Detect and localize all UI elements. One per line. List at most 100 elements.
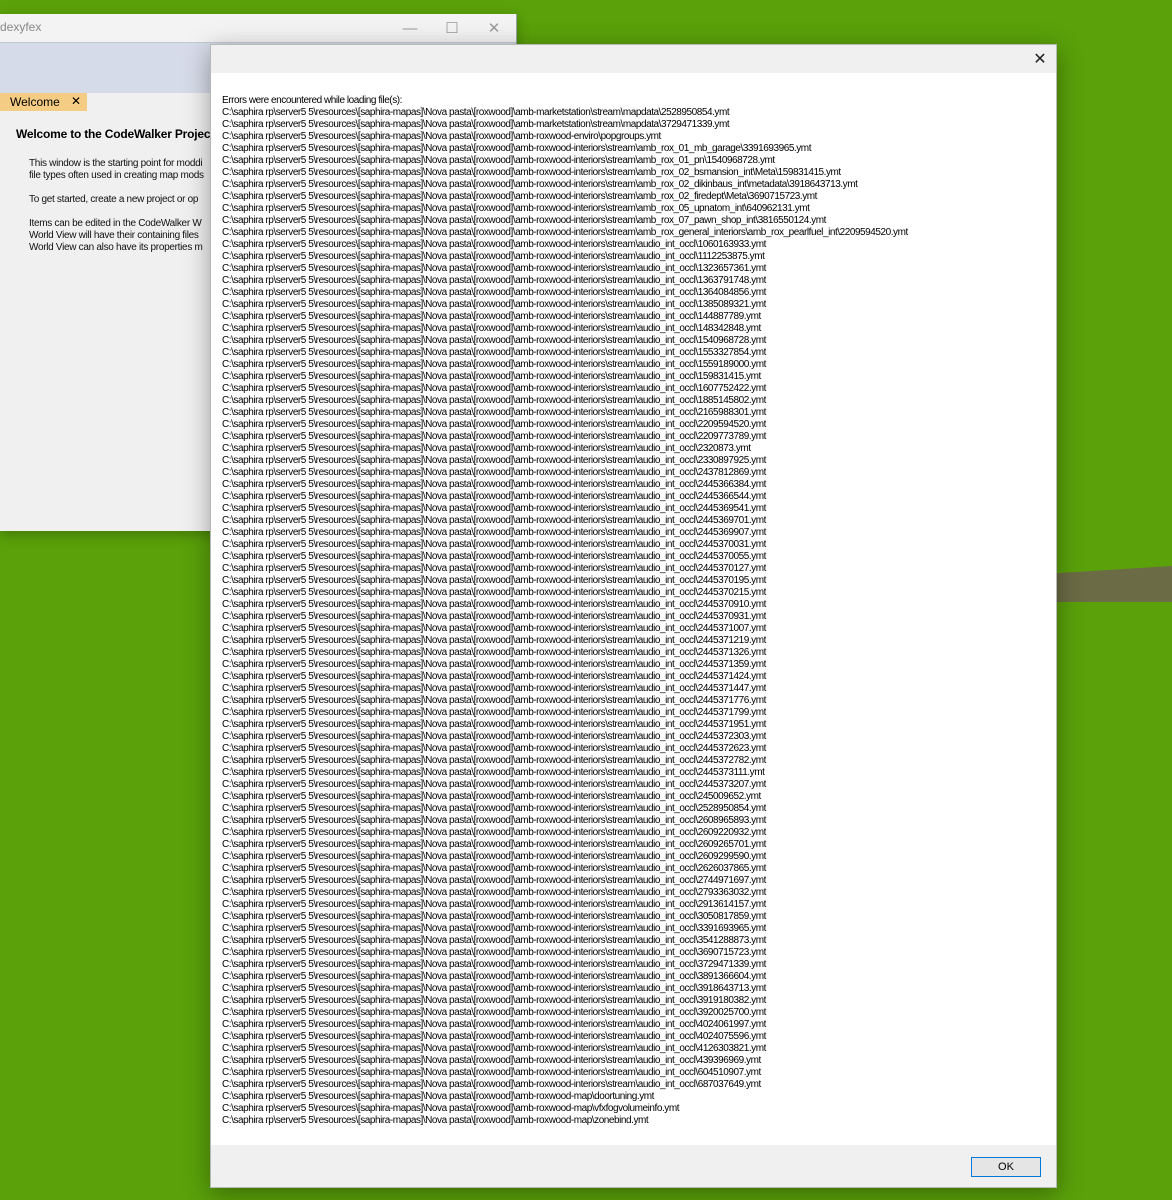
error-file-path: C:\saphira rp\server5 5\resources\[saphi… [222,923,766,934]
error-file-path: C:\saphira rp\server5 5\resources\[saphi… [222,671,766,682]
error-file-path: C:\saphira rp\server5 5\resources\[saphi… [222,107,730,118]
error-file-path: C:\saphira rp\server5 5\resources\[saphi… [222,479,766,490]
error-file-path: C:\saphira rp\server5 5\resources\[saphi… [222,155,775,166]
error-file-path: C:\saphira rp\server5 5\resources\[saphi… [222,503,766,514]
error-file-path: C:\saphira rp\server5 5\resources\[saphi… [222,539,766,550]
error-file-path: C:\saphira rp\server5 5\resources\[saphi… [222,623,766,634]
error-file-path: C:\saphira rp\server5 5\resources\[saphi… [222,719,766,730]
error-file-path: C:\saphira rp\server5 5\resources\[saphi… [222,575,766,586]
error-file-path: C:\saphira rp\server5 5\resources\[saphi… [222,1043,766,1054]
error-file-path: C:\saphira rp\server5 5\resources\[saphi… [222,551,766,562]
welcome-text-line: file types often used in creating map mo… [29,170,204,181]
close-icon[interactable]: ✕ [1026,47,1054,71]
error-file-path: C:\saphira rp\server5 5\resources\[saphi… [222,563,766,574]
project-titlebar: dexyfex — ☐ ✕ [0,14,516,42]
maximize-icon[interactable]: ☐ [431,14,473,42]
welcome-text-line: To get started, create a new project or … [29,194,199,205]
error-file-path: C:\saphira rp\server5 5\resources\[saphi… [222,191,817,202]
error-file-path: C:\saphira rp\server5 5\resources\[saphi… [222,1007,766,1018]
error-file-path: C:\saphira rp\server5 5\resources\[saphi… [222,1031,766,1042]
error-file-path: C:\saphira rp\server5 5\resources\[saphi… [222,1115,649,1126]
error-file-path: C:\saphira rp\server5 5\resources\[saphi… [222,323,761,334]
error-file-path: C:\saphira rp\server5 5\resources\[saphi… [222,227,908,238]
welcome-text-line: This window is the starting point for mo… [29,158,203,169]
error-file-path: C:\saphira rp\server5 5\resources\[saphi… [222,707,766,718]
error-file-path: C:\saphira rp\server5 5\resources\[saphi… [222,263,766,274]
error-file-path: C:\saphira rp\server5 5\resources\[saphi… [222,251,765,262]
error-file-path: C:\saphira rp\server5 5\resources\[saphi… [222,407,766,418]
dialog-message-area: Errors were encountered while loading fi… [211,73,1056,1145]
welcome-text-line: World View will have their containing fi… [29,230,199,241]
error-file-path: C:\saphira rp\server5 5\resources\[saphi… [222,491,766,502]
error-file-path: C:\saphira rp\server5 5\resources\[saphi… [222,347,766,358]
tab-welcome[interactable]: Welcome ✕ [0,93,87,111]
error-file-path: C:\saphira rp\server5 5\resources\[saphi… [222,143,812,154]
error-file-path: C:\saphira rp\server5 5\resources\[saphi… [222,443,751,454]
error-file-path: C:\saphira rp\server5 5\resources\[saphi… [222,599,766,610]
error-file-path: C:\saphira rp\server5 5\resources\[saphi… [222,947,766,958]
error-file-path: C:\saphira rp\server5 5\resources\[saphi… [222,695,766,706]
error-file-path: C:\saphira rp\server5 5\resources\[saphi… [222,755,766,766]
welcome-text-line: World View can also have its properties … [29,242,203,253]
error-file-path: C:\saphira rp\server5 5\resources\[saphi… [222,731,766,742]
error-file-path: C:\saphira rp\server5 5\resources\[saphi… [222,839,766,850]
error-file-path: C:\saphira rp\server5 5\resources\[saphi… [222,515,766,526]
error-file-path: C:\saphira rp\server5 5\resources\[saphi… [222,899,766,910]
error-file-path: C:\saphira rp\server5 5\resources\[saphi… [222,635,766,646]
tab-welcome-label: Welcome [10,95,60,109]
error-file-path: C:\saphira rp\server5 5\resources\[saphi… [222,419,766,430]
error-file-path: C:\saphira rp\server5 5\resources\[saphi… [222,287,766,298]
error-file-path: C:\saphira rp\server5 5\resources\[saphi… [222,239,766,250]
error-file-path: C:\saphira rp\server5 5\resources\[saphi… [222,911,766,922]
error-file-path: C:\saphira rp\server5 5\resources\[saphi… [222,959,766,970]
error-file-path: C:\saphira rp\server5 5\resources\[saphi… [222,275,766,286]
error-file-path: C:\saphira rp\server5 5\resources\[saphi… [222,1019,766,1030]
error-file-path: C:\saphira rp\server5 5\resources\[saphi… [222,167,841,178]
welcome-text-line: Items can be edited in the CodeWalker W [29,218,202,229]
project-window-title: dexyfex [0,20,42,34]
error-file-path: C:\saphira rp\server5 5\resources\[saphi… [222,743,766,754]
error-file-path: C:\saphira rp\server5 5\resources\[saphi… [222,611,766,622]
error-file-path: C:\saphira rp\server5 5\resources\[saphi… [222,1055,761,1066]
error-file-path: C:\saphira rp\server5 5\resources\[saphi… [222,215,826,226]
error-file-path: C:\saphira rp\server5 5\resources\[saphi… [222,779,766,790]
error-file-path: C:\saphira rp\server5 5\resources\[saphi… [222,1067,761,1078]
error-file-path: C:\saphira rp\server5 5\resources\[saphi… [222,803,766,814]
error-file-path: C:\saphira rp\server5 5\resources\[saphi… [222,887,766,898]
error-file-path: C:\saphira rp\server5 5\resources\[saphi… [222,395,766,406]
error-file-path: C:\saphira rp\server5 5\resources\[saphi… [222,767,765,778]
error-heading: Errors were encountered while loading fi… [222,95,402,106]
error-file-path: C:\saphira rp\server5 5\resources\[saphi… [222,311,761,322]
error-file-path: C:\saphira rp\server5 5\resources\[saphi… [222,383,766,394]
error-file-path: C:\saphira rp\server5 5\resources\[saphi… [222,1103,680,1114]
ok-button[interactable]: OK [971,1157,1041,1177]
error-file-path: C:\saphira rp\server5 5\resources\[saphi… [222,455,766,466]
error-file-path: C:\saphira rp\server5 5\resources\[saphi… [222,827,766,838]
error-file-path: C:\saphira rp\server5 5\resources\[saphi… [222,179,858,190]
tab-close-icon[interactable]: ✕ [71,94,81,108]
error-file-path: C:\saphira rp\server5 5\resources\[saphi… [222,851,766,862]
error-file-path: C:\saphira rp\server5 5\resources\[saphi… [222,299,766,310]
error-file-path: C:\saphira rp\server5 5\resources\[saphi… [222,119,730,130]
error-file-path: C:\saphira rp\server5 5\resources\[saphi… [222,659,766,670]
error-file-path: C:\saphira rp\server5 5\resources\[saphi… [222,935,766,946]
error-file-path: C:\saphira rp\server5 5\resources\[saphi… [222,371,761,382]
welcome-title: Welcome to the CodeWalker Project [16,127,215,141]
error-file-path: C:\saphira rp\server5 5\resources\[saphi… [222,203,810,214]
error-file-path: C:\saphira rp\server5 5\resources\[saphi… [222,995,766,1006]
close-icon[interactable]: ✕ [473,14,515,42]
error-file-path: C:\saphira rp\server5 5\resources\[saphi… [222,791,761,802]
error-file-path: C:\saphira rp\server5 5\resources\[saphi… [222,863,766,874]
error-file-path: C:\saphira rp\server5 5\resources\[saphi… [222,1091,654,1102]
error-file-path: C:\saphira rp\server5 5\resources\[saphi… [222,587,766,598]
error-message: Errors were encountered while loading fi… [222,95,908,1127]
error-file-path: C:\saphira rp\server5 5\resources\[saphi… [222,815,766,826]
error-file-path: C:\saphira rp\server5 5\resources\[saphi… [222,683,766,694]
error-file-path: C:\saphira rp\server5 5\resources\[saphi… [222,971,766,982]
background-shape [1055,566,1172,602]
error-file-path: C:\saphira rp\server5 5\resources\[saphi… [222,131,661,142]
error-file-path: C:\saphira rp\server5 5\resources\[saphi… [222,875,766,886]
error-file-path: C:\saphira rp\server5 5\resources\[saphi… [222,1079,761,1090]
minimize-icon[interactable]: — [389,14,431,42]
error-file-path: C:\saphira rp\server5 5\resources\[saphi… [222,335,766,346]
